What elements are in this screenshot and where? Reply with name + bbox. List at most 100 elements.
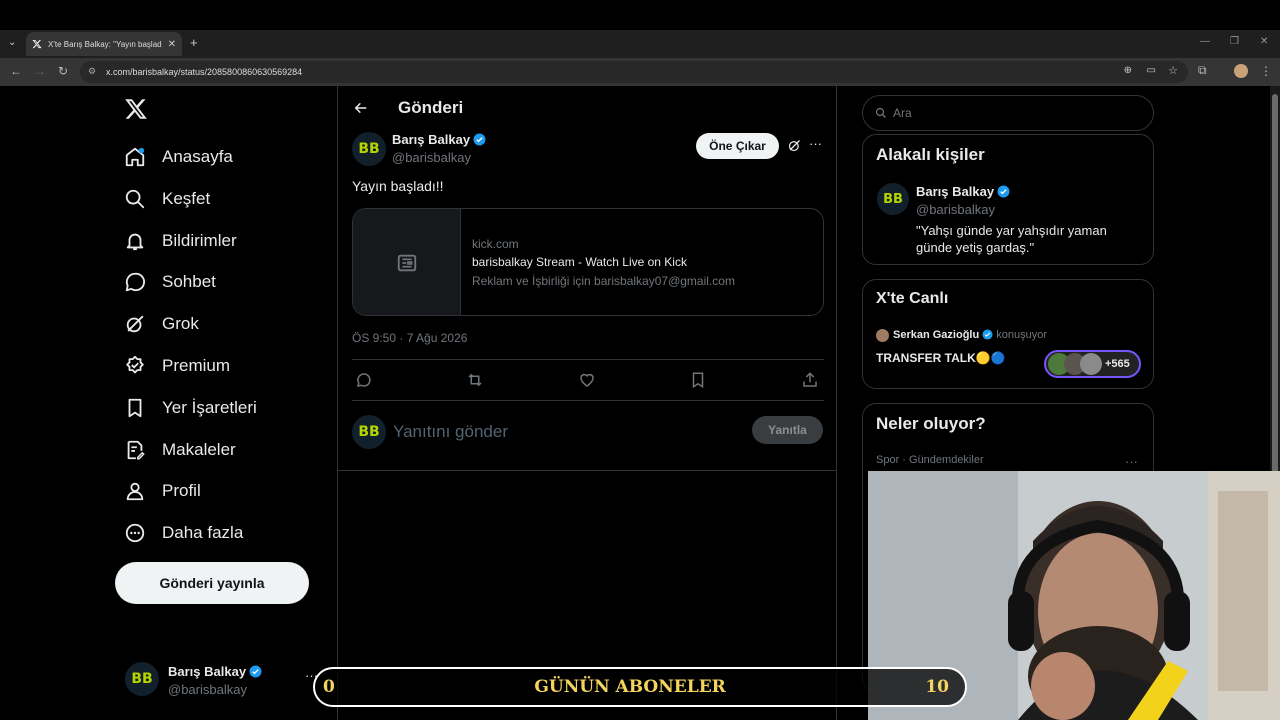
banner-right-number: 10 bbox=[925, 677, 949, 697]
author-name[interactable]: Barış Balkay bbox=[392, 132, 486, 147]
sidebar-item-label: Makaleler bbox=[162, 440, 236, 459]
maximize-button[interactable]: ❐ bbox=[1230, 36, 1239, 47]
divider bbox=[352, 359, 824, 360]
avatar[interactable]: BB bbox=[877, 183, 909, 215]
share-icon[interactable] bbox=[801, 371, 819, 389]
url-text: x.com/barisbalkay/status/208580086063056… bbox=[106, 67, 303, 77]
tab-close-button[interactable]: ✕ bbox=[168, 39, 176, 50]
tab-search-button[interactable]: ⌄ bbox=[8, 37, 16, 48]
relevant-name[interactable]: Barış Balkay bbox=[916, 184, 1010, 199]
post-compose-button[interactable]: Gönderi yayınla bbox=[115, 562, 309, 604]
reply-button[interactable]: Yanıtla bbox=[752, 416, 823, 444]
live-on-x-card[interactable]: X'te Canlı Serkan Gazioğlu konuşuyor TRA… bbox=[862, 279, 1154, 389]
sidebar-item-home[interactable]: Anasayfa bbox=[124, 139, 233, 175]
reply-input[interactable]: Yanıtını gönder bbox=[393, 422, 508, 442]
grok-analyze-icon[interactable] bbox=[787, 138, 802, 158]
new-tab-button[interactable]: + bbox=[190, 35, 198, 50]
repost-icon[interactable] bbox=[466, 371, 484, 389]
verified-badge-icon bbox=[249, 665, 262, 678]
avatar: BB bbox=[125, 662, 159, 696]
search-placeholder: Ara bbox=[893, 106, 912, 120]
trend-more-icon[interactable]: ··· bbox=[1125, 454, 1138, 469]
sidebar-item-chat[interactable]: Sohbet bbox=[124, 264, 216, 300]
home-icon bbox=[125, 147, 145, 167]
post-text: Yayın başladı!! bbox=[352, 178, 444, 194]
zoom-icon[interactable]: ⊕ bbox=[1124, 65, 1132, 76]
sidebar-item-label: Grok bbox=[162, 314, 199, 333]
scrollbar-thumb[interactable] bbox=[1272, 94, 1278, 474]
account-handle: @barisbalkay bbox=[168, 682, 247, 697]
browser-tab[interactable]: X'te Barış Balkay: "Yayın başladı!!" ✕ bbox=[26, 32, 182, 56]
sidebar-item-articles[interactable]: Makaleler bbox=[124, 432, 236, 468]
sidebar-item-label: Yer İşaretleri bbox=[162, 398, 257, 417]
search-icon bbox=[125, 189, 145, 209]
bell-icon bbox=[126, 233, 144, 251]
more-circle-icon bbox=[125, 523, 145, 543]
trend-category: Spor · Gündemdekiler bbox=[876, 454, 984, 466]
premium-icon bbox=[126, 355, 144, 374]
post-more-icon[interactable]: ··· bbox=[809, 136, 822, 151]
minimize-button[interactable]: — bbox=[1200, 36, 1210, 47]
chat-icon bbox=[125, 272, 145, 292]
author-handle[interactable]: @barisbalkay bbox=[392, 150, 471, 165]
bookmark-icon bbox=[128, 398, 142, 418]
tab-title: X'te Barış Balkay: "Yayın başladı!!" bbox=[48, 39, 162, 49]
reload-icon[interactable]: ↻ bbox=[58, 64, 68, 78]
link-card-thumbnail bbox=[353, 209, 461, 315]
cast-icon[interactable]: ▭ bbox=[1147, 65, 1156, 76]
sidebar-item-label: Premium bbox=[162, 356, 231, 375]
card-title: Neler oluyor? bbox=[876, 414, 986, 433]
back-arrow-icon[interactable] bbox=[353, 100, 369, 121]
x-favicon-icon bbox=[32, 39, 42, 49]
back-nav-icon[interactable]: ← bbox=[10, 64, 22, 78]
highlight-button[interactable]: Öne Çıkar bbox=[696, 133, 779, 159]
grok-icon bbox=[126, 315, 144, 333]
sidebar-item-grok[interactable]: Grok bbox=[124, 306, 199, 342]
avatar[interactable]: BB bbox=[352, 132, 386, 166]
account-name: Barış Balkay bbox=[168, 664, 262, 679]
live-host: Serkan Gazioğlu konuşuyor bbox=[893, 329, 1048, 341]
relevant-people-card: Alakalı kişiler BB Barış Balkay @barisba… bbox=[862, 134, 1154, 265]
profile-icon bbox=[126, 482, 144, 501]
subscriber-banner: 0 GÜNÜN ABONELER 10 bbox=[313, 667, 967, 707]
link-card[interactable]: kick.com barisbalkay Stream - Watch Live… bbox=[352, 208, 824, 316]
sidebar-item-premium[interactable]: Premium bbox=[124, 348, 230, 384]
divider bbox=[338, 470, 837, 471]
window-close-button[interactable]: ✕ bbox=[1260, 36, 1268, 47]
verified-badge-icon bbox=[982, 329, 993, 340]
avatar bbox=[876, 329, 889, 342]
site-info-icon[interactable]: ⚙ bbox=[88, 66, 96, 77]
live-listeners[interactable]: +565 bbox=[1044, 350, 1141, 378]
sidebar-item-label: Sohbet bbox=[162, 272, 216, 291]
url-bar[interactable]: ⚙ x.com/barisbalkay/status/2085800860630… bbox=[80, 61, 1188, 83]
account-switcher[interactable]: BB Barış Balkay @barisbalkay ··· bbox=[115, 654, 325, 706]
sidebar-item-label: Keşfet bbox=[162, 189, 211, 208]
x-logo-icon[interactable] bbox=[124, 97, 148, 126]
sidebar-item-label: Daha fazla bbox=[162, 523, 244, 542]
sidebar-item-notifications[interactable]: Bildirimler bbox=[124, 223, 237, 259]
avatar: BB bbox=[352, 415, 386, 449]
sidebar-item-more[interactable]: Daha fazla bbox=[124, 515, 243, 551]
forward-nav-icon[interactable]: → bbox=[34, 64, 46, 78]
post-column: Gönderi BB Barış Balkay @barisbalkay Öne… bbox=[337, 86, 837, 720]
star-icon[interactable]: ☆ bbox=[1168, 64, 1178, 77]
like-icon[interactable] bbox=[578, 371, 596, 389]
sidebar-item-bookmarks[interactable]: Yer İşaretleri bbox=[124, 390, 257, 426]
sidebar-item-explore[interactable]: Keşfet bbox=[124, 181, 210, 217]
os-top-bar bbox=[0, 0, 1280, 30]
divider bbox=[352, 400, 824, 401]
article-icon bbox=[127, 440, 145, 460]
article-placeholder-icon bbox=[397, 254, 416, 272]
sidebar-item-profile[interactable]: Profil bbox=[124, 473, 201, 509]
avatar bbox=[1080, 353, 1102, 375]
relevant-handle[interactable]: @barisbalkay bbox=[916, 202, 995, 217]
search-input[interactable]: Ara bbox=[862, 95, 1154, 131]
extensions-icon[interactable]: ⧉ bbox=[1198, 63, 1207, 78]
browser-menu-icon[interactable]: ⋮ bbox=[1260, 64, 1272, 78]
profile-avatar-icon[interactable] bbox=[1234, 64, 1248, 78]
search-icon bbox=[875, 107, 886, 118]
post-timestamp[interactable]: ÖS 9:50 · 7 Ağu 2026 bbox=[352, 331, 467, 345]
link-card-title: barisbalkay Stream - Watch Live on Kick bbox=[472, 255, 687, 269]
reply-icon[interactable] bbox=[355, 371, 373, 389]
bookmark-action-icon[interactable] bbox=[689, 371, 707, 389]
